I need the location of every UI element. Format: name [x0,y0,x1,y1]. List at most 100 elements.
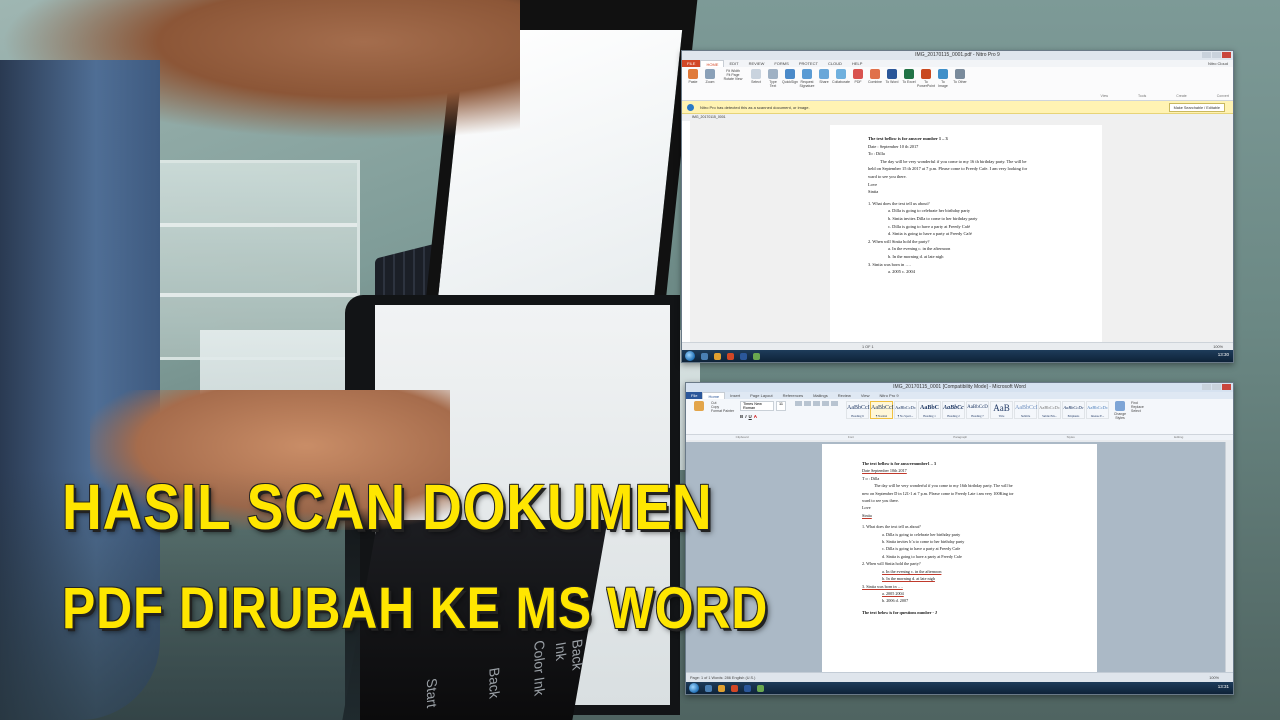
minimize-button[interactable] [1202,384,1211,390]
explorer-icon[interactable] [705,684,712,692]
select-button[interactable]: Select [1131,409,1144,413]
word-line: a. In the evening c. in the afternoon [882,568,942,574]
type-text-button[interactable]: Type Text [766,69,780,98]
to-excel-button[interactable]: To Excel [902,69,916,98]
style-normal[interactable]: AaBbCcI ¶ Normal [870,401,894,419]
style-subtitle[interactable]: AaBbCcI Subtitle [1014,401,1038,419]
word-line: The day will be very wonderful if you co… [874,483,1013,489]
font-name-select[interactable]: Times New Roman [740,401,774,411]
style-heading-1[interactable]: AaBbC Heading 1 [918,401,941,419]
tab-page-layout[interactable]: Page Layout [745,392,777,399]
change-styles-button[interactable]: Change Styles [1112,401,1128,432]
tab-review[interactable]: REVIEW [744,60,770,67]
collaborate-button[interactable]: Collaborate [832,69,850,98]
start-orb-icon[interactable] [685,351,695,361]
explorer-icon[interactable] [701,352,708,360]
word-page[interactable]: The text bellow is for answernumber1 – 3… [822,444,1097,684]
select-button[interactable]: Select [749,69,763,98]
to-powerpoint-button[interactable]: To PowerPoint [917,69,935,98]
word-line: ward to see you there. [862,498,899,504]
style-no-spacing[interactable]: AaBbCcDc ¶ No Spaci... [894,401,917,419]
style-heading-6[interactable]: AaBbCcI Heading 6 [846,401,870,419]
nitro-cloud-user[interactable]: Nitro Cloud [1203,60,1233,67]
combine-button[interactable]: Combine [868,69,882,98]
tab-forms[interactable]: FORMS [769,60,793,67]
close-button[interactable] [1222,384,1231,390]
style-heading-7[interactable]: AaBbCcD Heading 7 [966,401,989,419]
format-painter-button[interactable]: Format Painter [711,409,737,413]
pdf-line: b. In the morning d. at late nigh [888,253,944,259]
word-taskbar-icon[interactable] [744,684,751,692]
style-heading-2[interactable]: AaBbCc Heading 2 [942,401,965,419]
share-button[interactable]: Share [817,69,831,98]
folder-icon[interactable] [718,684,725,692]
create-pdf-button[interactable]: PDF [851,69,865,98]
pdf-ribbon-group-labels: View Tools Create Convert [1100,94,1229,98]
tab-insert[interactable]: Insert [725,392,745,399]
justify-icon[interactable] [831,401,838,406]
tab-file[interactable]: File [686,392,703,399]
tab-references[interactable]: References [778,392,808,399]
powerpoint-icon [921,69,931,79]
make-searchable-button[interactable]: Make Searchable / Editable [1168,103,1225,112]
app-icon[interactable] [757,684,764,692]
font-color-icon[interactable]: A [754,414,757,419]
pdf-line: The text bellow is for answer number 1 –… [868,136,948,141]
tab-mailings[interactable]: Mailings [808,392,833,399]
quicksign-button[interactable]: QuickSign [782,69,798,98]
align-center-icon[interactable] [822,401,829,406]
maximize-button[interactable] [1212,384,1221,390]
excel-icon [904,69,914,79]
folder-icon[interactable] [714,352,721,360]
style-emphasis[interactable]: AaBbCcDc Emphasis [1062,401,1085,419]
font-group: Times New Roman 11 B I U A [740,401,792,432]
close-button[interactable] [1222,52,1231,58]
start-orb-icon[interactable] [689,683,699,693]
style-subtle-emphasis[interactable]: AaBbCcDc Subtle Em... [1038,401,1061,419]
panel-label-start: Start [423,677,441,709]
style-intense-emphasis[interactable]: AaBbCcDc Intense E... [1086,401,1109,419]
pdf-document-view[interactable]: The text bellow is for answer number 1 –… [690,120,1233,355]
to-image-button[interactable]: To Image [936,69,950,98]
paste-icon[interactable] [694,401,704,411]
word-taskbar-icon[interactable] [740,352,747,360]
maximize-button[interactable] [1212,52,1221,58]
tab-file[interactable]: FILE [682,60,701,67]
request-signature-button[interactable]: Request Signature [800,69,815,98]
bold-icon[interactable]: B [740,414,743,419]
style-title[interactable]: AaB Title [990,401,1013,419]
pdf-title-bar: IMG_20170115_0001.pdf - Nitro Pro 9 [682,51,1233,60]
tab-protect[interactable]: PROTECT [794,60,823,67]
tab-home[interactable]: HOME [700,60,725,67]
paste-button[interactable]: Paste [686,69,700,98]
font-size-select[interactable]: 11 [776,401,786,411]
tab-review[interactable]: Review [833,392,856,399]
word-line: new on September D in 12l>1 at 7 p.m. Pl… [862,490,1014,496]
numbering-icon[interactable] [804,401,811,406]
underline-icon[interactable]: U [749,414,752,419]
to-word-button[interactable]: To Word [885,69,899,98]
tab-edit[interactable]: EDIT [724,60,743,67]
tab-home[interactable]: Home [702,392,726,399]
to-other-button[interactable]: To Other [953,69,967,98]
text-icon [768,69,778,79]
tab-help[interactable]: HELP [847,60,867,67]
headline-line-1: HASIL SCAN DOKUMEN [62,471,713,543]
pdf-line: b. Sintia invites Dilla to come to her b… [888,215,978,221]
tab-cloud[interactable]: CLOUD [823,60,847,67]
pdf-line: The day will be very wonderful if you co… [880,158,1027,164]
nitro-icon[interactable] [727,352,734,360]
page-indicator[interactable]: 1 OF 1 [862,345,874,349]
nitro-icon[interactable] [731,684,738,692]
zoom-button[interactable]: Zoom [703,69,717,98]
notice-text: Nitro Pro has detected this as a scanned… [700,105,810,110]
bullets-icon[interactable] [795,401,802,406]
app-icon[interactable] [753,352,760,360]
italic-icon[interactable]: I [745,414,746,419]
fit-width-button[interactable]: Fit Width Fit Page Rotate View [720,69,746,98]
minimize-button[interactable] [1202,52,1211,58]
tab-nitro[interactable]: Nitro Pro 9 [874,392,903,399]
vertical-scrollbar[interactable] [1225,442,1233,672]
align-left-icon[interactable] [813,401,820,406]
tab-view[interactable]: View [856,392,875,399]
